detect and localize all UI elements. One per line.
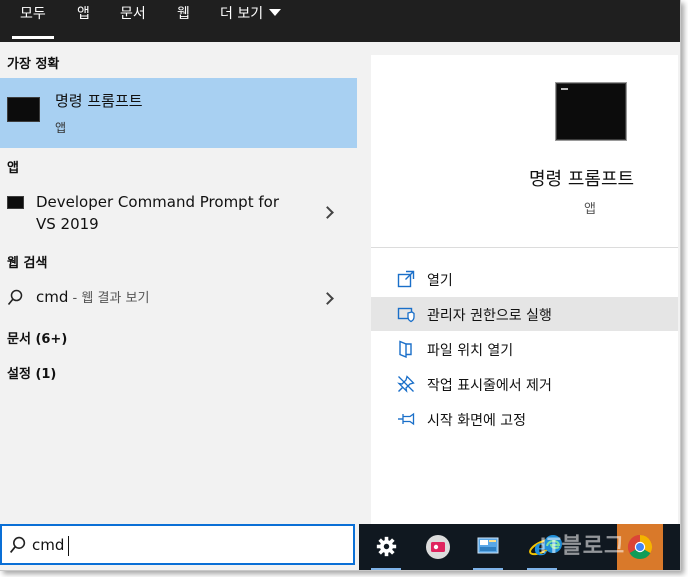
results-list: 가장 정확 명령 프롬프트 앱 앱 Developer Command Prom… <box>0 42 357 524</box>
action-run-as-admin[interactable]: 관리자 권한으로 실행 <box>371 297 678 331</box>
chevron-right-icon[interactable] <box>321 292 334 305</box>
unpin-taskbar-icon <box>397 375 415 393</box>
terminal-icon <box>7 196 24 209</box>
terminal-icon <box>7 97 40 122</box>
action-run-as-admin-label: 관리자 권한으로 실행 <box>427 308 552 324</box>
tab-web[interactable]: 웹 <box>177 0 190 42</box>
chevron-right-icon[interactable] <box>321 206 334 219</box>
control-panel-icon <box>477 537 499 554</box>
filter-tab-bar: 모두 앱 문서 웹 더 보기 <box>0 0 680 42</box>
detail-divider <box>371 247 678 248</box>
action-unpin-taskbar-label: 작업 표시줄에서 제거 <box>427 378 552 394</box>
tab-apps[interactable]: 앱 <box>77 0 90 42</box>
tab-documents[interactable]: 문서 <box>120 0 146 42</box>
app-result-item[interactable]: Developer Command Prompt for VS 2019 <box>0 188 357 240</box>
taskbar-media-app[interactable] <box>415 524 461 570</box>
best-match-item[interactable]: 명령 프롬프트 앱 <box>0 78 357 148</box>
detail-app-name: 명령 프롬프트 <box>529 169 635 190</box>
tab-more-label: 더 보기 <box>220 6 264 22</box>
web-result-suffix: - 웹 결과 보기 <box>68 291 150 306</box>
taskbar: e IT블로그 <box>359 524 680 570</box>
pin-start-icon <box>398 412 415 426</box>
action-pin-to-start[interactable]: 시작 화면에 고정 <box>371 402 678 436</box>
settings-gear-icon <box>376 536 397 557</box>
app-result-title-line2: VS 2019 <box>36 215 99 233</box>
detail-app-kind: 앱 <box>584 202 596 217</box>
web-result-item[interactable]: cmd - 웹 결과 보기 <box>0 282 357 312</box>
tab-more[interactable]: 더 보기 <box>220 0 282 42</box>
terminal-icon <box>556 83 626 140</box>
file-location-icon <box>399 340 412 358</box>
action-open-file-location-label: 파일 위치 열기 <box>427 343 514 359</box>
blog-watermark: IT블로그 <box>540 533 626 558</box>
web-result-query: cmd <box>36 288 69 306</box>
search-box[interactable] <box>0 524 355 565</box>
action-pin-to-start-label: 시작 화면에 고정 <box>427 413 527 429</box>
action-open-label: 열기 <box>427 273 453 289</box>
search-icon <box>7 289 23 306</box>
app-result-title-line1: Developer Command Prompt for <box>36 193 279 211</box>
taskbar-settings[interactable] <box>363 524 409 570</box>
settings-heading[interactable]: 설정 (1) <box>7 363 56 382</box>
best-match-title: 명령 프롬프트 <box>55 92 143 110</box>
text-cursor <box>68 536 69 556</box>
start-search-window: 모두 앱 문서 웹 더 보기 가장 정확 명령 프롬프트 앱 앱 Develop… <box>0 0 681 571</box>
action-open-file-location[interactable]: 파일 위치 열기 <box>371 332 678 366</box>
best-match-heading: 가장 정확 <box>7 57 60 72</box>
documents-heading[interactable]: 문서 (6+) <box>7 328 67 347</box>
app-detail-panel: 명령 프롬프트 앱 열기 관리자 권한으로 실행 파일 위치 열기 작업 표시줄… <box>371 55 678 525</box>
web-search-heading: 웹 검색 <box>7 256 48 271</box>
open-icon <box>397 270 415 288</box>
search-icon <box>9 536 26 553</box>
apps-heading: 앱 <box>7 161 19 176</box>
taskbar-control-panel[interactable] <box>465 524 511 570</box>
tab-all[interactable]: 모두 <box>12 0 54 42</box>
action-open[interactable]: 열기 <box>371 262 678 296</box>
media-app-icon <box>426 535 450 559</box>
search-input[interactable] <box>32 534 332 556</box>
action-unpin-taskbar[interactable]: 작업 표시줄에서 제거 <box>371 367 678 401</box>
chevron-down-icon <box>269 9 282 16</box>
best-match-subtitle: 앱 <box>55 121 67 135</box>
chrome-icon <box>627 535 653 560</box>
shield-icon <box>397 307 415 323</box>
